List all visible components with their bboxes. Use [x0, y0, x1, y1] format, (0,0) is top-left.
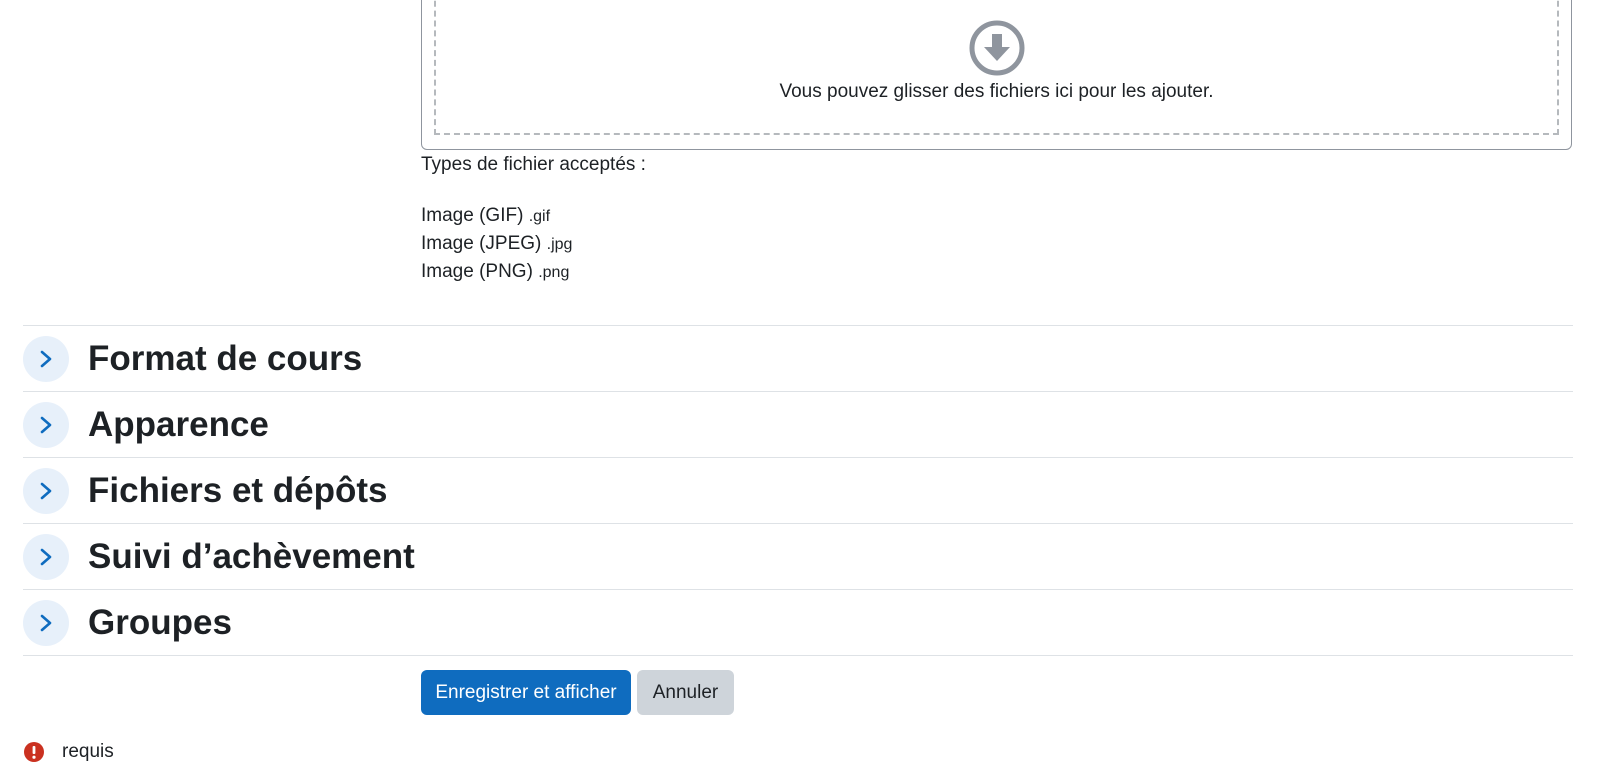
accepted-type-label: Image (PNG)	[421, 261, 533, 282]
section-completion-tracking[interactable]: Suivi d’achèvement	[23, 523, 1573, 589]
section-title[interactable]: Format de cours	[88, 339, 362, 379]
chevron-right-icon	[40, 548, 52, 566]
section-expand-toggle[interactable]	[23, 402, 69, 448]
exclamation-circle-icon	[24, 742, 44, 762]
chevron-right-icon	[40, 416, 52, 434]
cancel-button[interactable]: Annuler	[637, 670, 734, 715]
accepted-type-item: Image (GIF) .gif	[421, 202, 572, 230]
chevron-right-icon	[40, 482, 52, 500]
required-label: requis	[62, 741, 114, 762]
collapsible-sections: Format de cours Apparence Fichiers et dé…	[23, 325, 1573, 656]
section-title[interactable]: Apparence	[88, 405, 269, 445]
page: Vous pouvez glisser des fichiers ici pou…	[0, 0, 1600, 768]
chevron-right-icon	[40, 614, 52, 632]
file-dropzone[interactable]: Vous pouvez glisser des fichiers ici pou…	[434, 0, 1559, 135]
accepted-type-label: Image (JPEG)	[421, 233, 542, 254]
required-legend: requis	[23, 740, 114, 764]
accepted-type-extension: .jpg	[546, 236, 573, 253]
save-and-display-button[interactable]: Enregistrer et afficher	[421, 670, 631, 715]
accepted-types-title: Types de fichier acceptés :	[421, 154, 646, 175]
download-circle-icon	[969, 20, 1024, 76]
section-expand-toggle[interactable]	[23, 468, 69, 514]
section-expand-toggle[interactable]	[23, 336, 69, 382]
section-groups[interactable]: Groupes	[23, 589, 1573, 656]
dropzone-text: Vous pouvez glisser des fichiers ici pou…	[779, 81, 1214, 102]
accepted-types-list: Image (GIF) .gif Image (JPEG) .jpg Image…	[421, 202, 572, 286]
section-title[interactable]: Groupes	[88, 603, 232, 643]
accepted-type-item: Image (JPEG) .jpg	[421, 230, 572, 258]
file-manager: Vous pouvez glisser des fichiers ici pou…	[421, 0, 1572, 150]
accepted-type-extension: .gif	[528, 208, 551, 225]
section-title[interactable]: Fichiers et dépôts	[88, 471, 388, 511]
section-files-uploads[interactable]: Fichiers et dépôts	[23, 457, 1573, 523]
section-course-format[interactable]: Format de cours	[23, 325, 1573, 391]
section-expand-toggle[interactable]	[23, 600, 69, 646]
accepted-type-label: Image (GIF)	[421, 205, 524, 226]
accepted-type-item: Image (PNG) .png	[421, 258, 572, 286]
section-expand-toggle[interactable]	[23, 534, 69, 580]
section-appearance[interactable]: Apparence	[23, 391, 1573, 457]
section-title[interactable]: Suivi d’achèvement	[88, 537, 415, 577]
accepted-type-extension: .png	[538, 264, 570, 281]
chevron-right-icon	[40, 350, 52, 368]
